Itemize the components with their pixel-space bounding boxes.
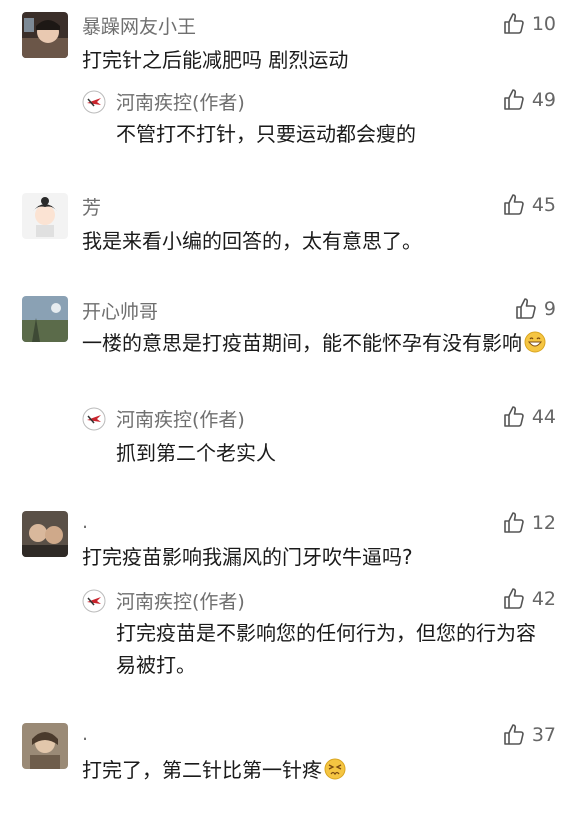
thumbs-up-icon	[516, 298, 536, 319]
like-count: 9	[543, 298, 556, 320]
comment-username[interactable]: 暴躁网友小王	[82, 12, 196, 39]
henan-cdc-logo-icon	[82, 589, 106, 613]
author-avatar[interactable]	[82, 589, 106, 613]
like-count: 44	[531, 406, 556, 428]
thumbs-up-icon	[504, 588, 524, 609]
thumbs-up-icon	[504, 194, 524, 215]
like-count: 12	[531, 512, 556, 534]
user-avatar[interactable]	[22, 723, 68, 769]
comment-text-content: 打完了，第二针比第一针疼	[82, 758, 322, 782]
user-avatar[interactable]	[22, 12, 68, 58]
author-name[interactable]: 河南疾控(作者)	[116, 88, 245, 115]
comment-text-content: 一楼的意思是打疫苗期间，能不能怀孕有没有影响	[82, 331, 522, 355]
author-name[interactable]: 河南疾控(作者)	[116, 405, 245, 432]
comment-text: 打完针之后能减肥吗 剧烈运动	[82, 48, 349, 72]
reply-text: 打完疫苗是不影响您的任何行为，但您的行为容易被打。	[116, 621, 536, 677]
comment-username[interactable]: .	[82, 511, 88, 533]
like-button[interactable]: 49	[502, 88, 556, 112]
like-count: 37	[531, 724, 556, 746]
thumbs-up-icon	[504, 512, 524, 533]
user-avatar[interactable]	[22, 511, 68, 557]
thumbs-up-icon	[504, 89, 524, 110]
comment-text: 打完了，第二针比第一针疼	[82, 754, 554, 786]
reply-text: 抓到第二个老实人	[116, 441, 276, 465]
like-button[interactable]: 42	[502, 587, 556, 611]
comment-username[interactable]: .	[82, 723, 88, 745]
thumbs-up-icon	[504, 724, 524, 745]
like-count: 45	[531, 194, 556, 216]
like-button[interactable]: 12	[502, 511, 556, 535]
persevering-face-emoji-icon	[324, 758, 346, 780]
grin-emoji-icon	[524, 331, 546, 353]
reply-text: 不管打不打针，只要运动都会瘦的	[116, 122, 416, 146]
author-avatar[interactable]	[82, 407, 106, 431]
author-avatar[interactable]	[82, 90, 106, 114]
thumbs-up-icon	[504, 13, 524, 34]
like-button[interactable]: 10	[502, 12, 556, 36]
comment-text: 一楼的意思是打疫苗期间，能不能怀孕有没有影响	[82, 327, 554, 359]
like-button[interactable]: 37	[502, 723, 556, 747]
comment-text: 打完疫苗影响我漏风的门牙吹牛逼吗?	[82, 545, 413, 569]
user-avatar[interactable]	[22, 193, 68, 239]
comment-username[interactable]: 开心帅哥	[82, 297, 158, 324]
user-avatar[interactable]	[22, 296, 68, 342]
like-button[interactable]: 44	[502, 405, 556, 429]
like-count: 42	[531, 588, 556, 610]
henan-cdc-logo-icon	[82, 407, 106, 431]
author-name[interactable]: 河南疾控(作者)	[116, 587, 245, 614]
comment-text: 我是来看小编的回答的，太有意思了。	[82, 229, 422, 253]
comment-username[interactable]: 芳	[82, 193, 101, 220]
like-button[interactable]: 45	[502, 193, 556, 217]
like-count: 49	[531, 89, 556, 111]
henan-cdc-logo-icon	[82, 90, 106, 114]
like-count: 10	[531, 13, 556, 35]
like-button[interactable]: 9	[514, 297, 556, 321]
thumbs-up-icon	[504, 406, 524, 427]
